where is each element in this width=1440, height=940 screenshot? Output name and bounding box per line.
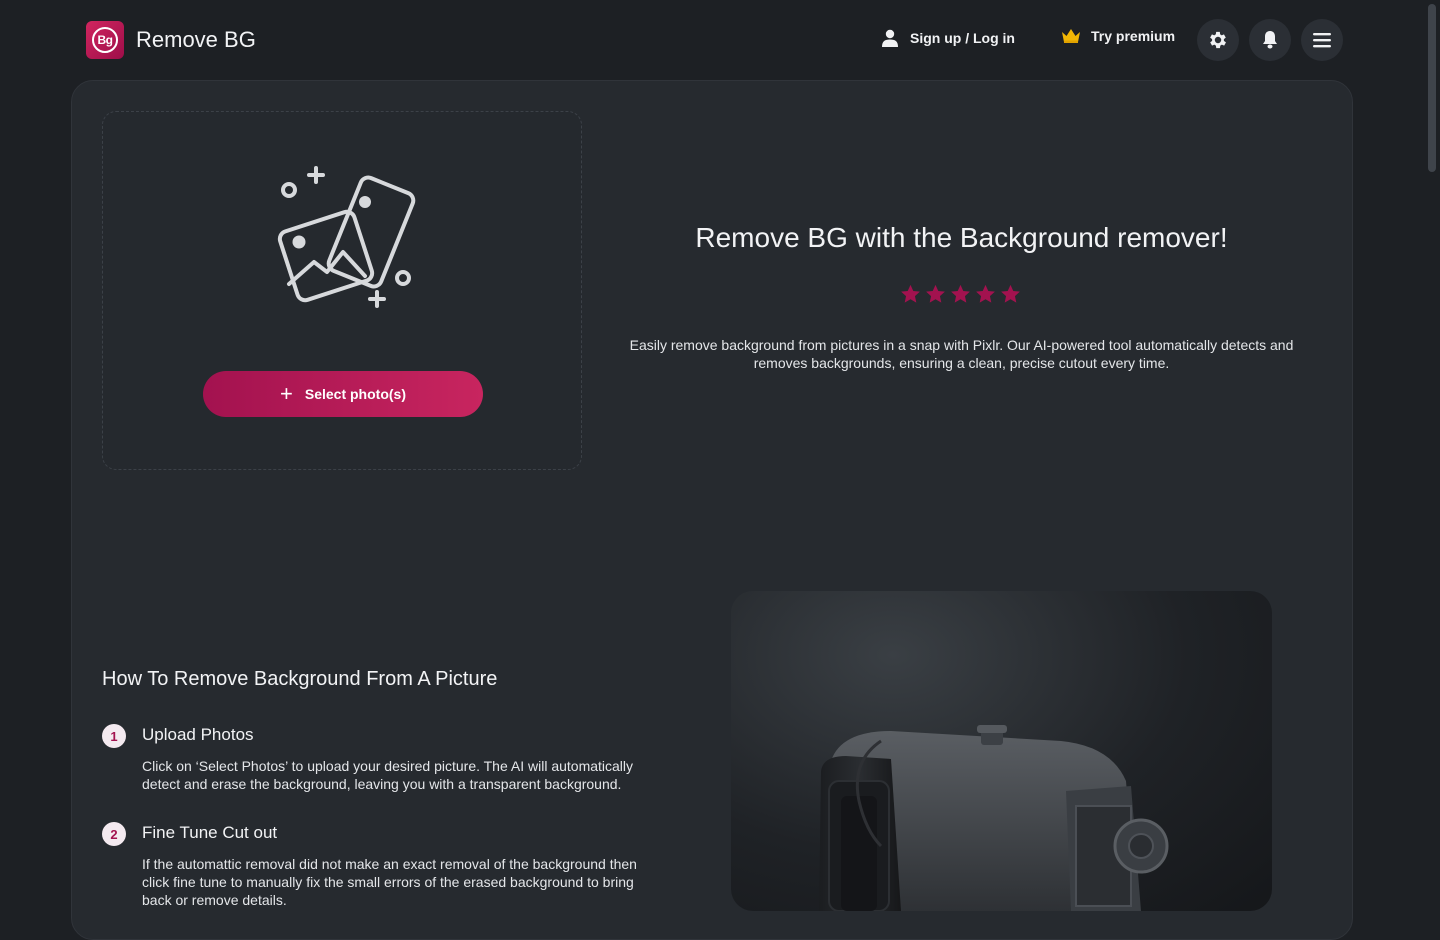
select-photos-label: Select photo(s): [304, 386, 406, 402]
page-title: Remove BG with the Background remover!: [695, 222, 1228, 253]
page-scrollbar[interactable]: [1424, 0, 1440, 900]
bell-icon: [1263, 31, 1277, 49]
sign-up-login-link[interactable]: Sign up / Log in: [880, 28, 1015, 48]
menu-button[interactable]: [1301, 19, 1343, 61]
how-to-heading: How To Remove Background From A Picture: [102, 668, 498, 690]
example-product-photo: [731, 591, 1272, 911]
gear-icon: [1210, 31, 1226, 49]
step-description: Click on ‘Select Photos’ to upload your …: [142, 758, 634, 792]
hero-description: Easily remove background from pictures i…: [629, 337, 1294, 371]
app-name: Remove BG: [136, 27, 256, 52]
step-title: Upload Photos: [142, 725, 254, 744]
notifications-button[interactable]: [1249, 19, 1291, 61]
try-premium-link[interactable]: Try premium: [1061, 28, 1175, 44]
star-icon: [951, 284, 970, 303]
crown-icon: [1062, 29, 1080, 43]
star-icon: [976, 284, 995, 303]
try-premium-label: Try premium: [1091, 28, 1176, 44]
star-icon: [901, 284, 920, 303]
step-number-badge: 1: [102, 724, 126, 748]
rating-stars: [900, 284, 1021, 304]
user-icon: [882, 29, 898, 47]
star-icon: [1001, 284, 1020, 303]
brand[interactable]: Bg Remove BG: [86, 21, 256, 59]
fuel-tank-image: [819, 725, 1169, 911]
step-description: If the automattic removal did not make a…: [142, 856, 637, 908]
step-number-badge: 2: [102, 822, 126, 846]
select-photos-button[interactable]: + Select photo(s): [203, 371, 483, 417]
upload-dropzone[interactable]: + Select photo(s): [102, 111, 582, 470]
star-icon: [926, 284, 945, 303]
photos-illustration-icon: [277, 166, 416, 308]
top-navigation-bar: Bg Remove BG Sign up / Log in Try premiu…: [0, 0, 1424, 80]
plus-icon: +: [280, 381, 293, 406]
sign-up-login-label: Sign up / Log in: [910, 30, 1015, 46]
settings-button[interactable]: [1197, 19, 1239, 61]
scrollbar-thumb[interactable]: [1428, 4, 1436, 172]
logo-text: Bg: [92, 27, 118, 53]
app-logo-icon: Bg: [86, 21, 124, 59]
step-title: Fine Tune Cut out: [142, 823, 278, 842]
hamburger-menu-icon: [1313, 33, 1331, 48]
